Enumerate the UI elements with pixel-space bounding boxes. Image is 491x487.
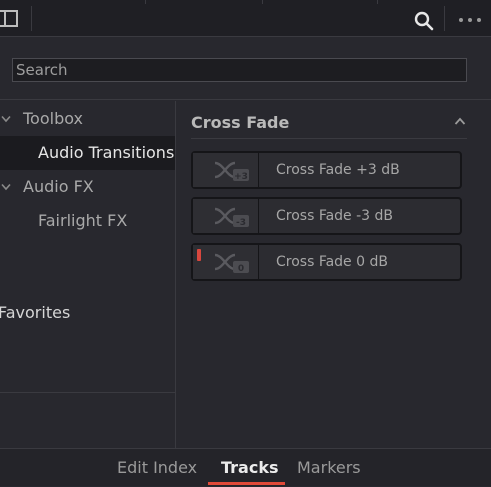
toolbar-tick — [145, 0, 146, 4]
effect-item-label: Cross Fade 0 dB — [276, 254, 388, 270]
crossfade-icon: +3 — [214, 161, 249, 182]
sidebar-divider — [0, 392, 175, 393]
effect-thumbnail: 0 — [193, 245, 259, 279]
svg-text:0: 0 — [238, 264, 244, 274]
effect-thumbnail: -3 — [193, 199, 259, 233]
sidebar: Toolbox Audio Transitions Audio FX Fairl… — [0, 101, 175, 448]
chevron-down-icon — [1, 183, 11, 191]
section-divider — [191, 138, 467, 139]
toolbar-tick — [262, 0, 263, 4]
svg-text:-3: -3 — [236, 218, 246, 228]
favorites-header[interactable]: Favorites — [0, 302, 70, 324]
toolbar-divider — [31, 6, 32, 31]
crossfade-icon: -3 — [214, 207, 249, 228]
effect-thumbnail: +3 — [193, 153, 259, 187]
sidebar-item-audio-fx[interactable]: Audio FX — [0, 170, 175, 204]
effect-item-cross-fade-plus-3[interactable]: +3 Cross Fade +3 dB — [191, 151, 462, 189]
effect-item-cross-fade-minus-3[interactable]: -3 Cross Fade -3 dB — [191, 197, 462, 235]
section-title: Cross Fade — [191, 113, 290, 132]
toolbar-tick — [377, 0, 378, 4]
effect-item-label: Cross Fade -3 dB — [276, 208, 394, 224]
chevron-up-icon[interactable] — [454, 116, 466, 126]
sidebar-item-label: Audio FX — [23, 177, 94, 196]
sidebar-item-fairlight-fx[interactable]: Fairlight FX — [0, 204, 175, 238]
crossfade-icon: 0 — [214, 253, 249, 274]
effect-item-label: Cross Fade +3 dB — [276, 162, 400, 178]
bottom-tab-bar: Edit Index Tracks Markers — [0, 448, 491, 486]
sidebar-item-label: Fairlight FX — [38, 211, 128, 230]
toolbar-divider — [444, 6, 445, 31]
search-input[interactable]: Search — [12, 58, 467, 82]
panel-toggle-icon[interactable] — [0, 10, 18, 27]
search-icon[interactable] — [414, 11, 434, 31]
marker-flag-icon — [197, 249, 201, 261]
tab-markers[interactable]: Markers — [297, 449, 361, 486]
more-options-icon[interactable] — [458, 18, 482, 24]
active-tab-indicator — [208, 482, 285, 485]
sidebar-item-toolbox[interactable]: Toolbox — [0, 102, 175, 136]
sidebar-item-label: Toolbox — [23, 109, 83, 128]
search-bar: Search — [0, 38, 491, 100]
chevron-down-icon — [1, 115, 11, 123]
toolbar — [0, 0, 491, 37]
sidebar-item-audio-transitions[interactable]: Audio Transitions — [0, 136, 175, 170]
sidebar-item-label: Audio Transitions — [38, 143, 175, 162]
svg-text:+3: +3 — [234, 172, 248, 182]
tab-tracks[interactable]: Tracks — [221, 449, 279, 486]
effect-item-cross-fade-0[interactable]: 0 Cross Fade 0 dB — [191, 243, 462, 281]
tab-edit-index[interactable]: Edit Index — [117, 449, 197, 486]
